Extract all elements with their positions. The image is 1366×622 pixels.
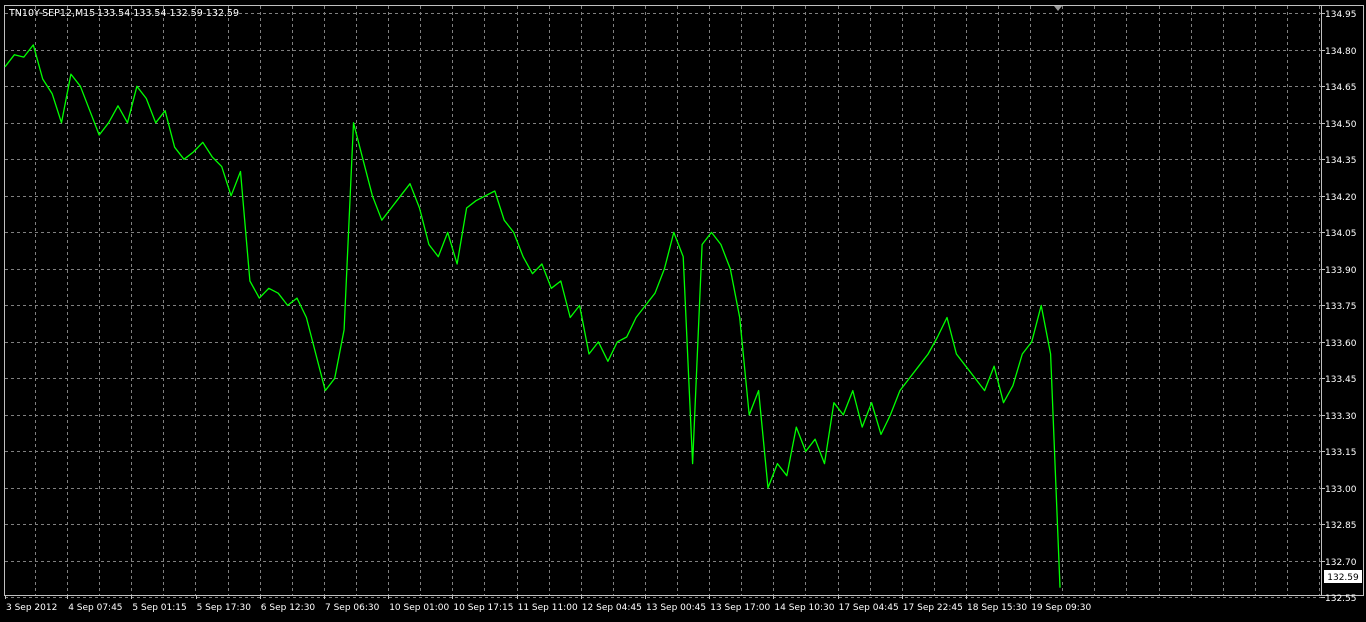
- y-tick-label: 132.55: [1325, 594, 1357, 604]
- x-tick-label: 10 Sep 17:15: [453, 603, 513, 613]
- x-tick-label: 13 Sep 00:45: [646, 603, 706, 613]
- x-tick-label: 17 Sep 04:45: [839, 603, 899, 613]
- x-tick-label: 5 Sep 17:30: [197, 603, 252, 613]
- x-tick-label: 18 Sep 15:30: [967, 603, 1027, 613]
- chart-shift-marker-icon[interactable]: [1054, 6, 1062, 11]
- y-tick-label: 133.15: [1325, 448, 1357, 458]
- y-tick-label: 133.45: [1325, 375, 1357, 385]
- x-tick-label: 5 Sep 01:15: [132, 603, 186, 613]
- y-tick-label: 132.85: [1325, 521, 1357, 531]
- y-tick-label: 133.75: [1325, 302, 1357, 312]
- current-price-label: 132.59: [1327, 573, 1359, 583]
- y-tick-label: 134.35: [1325, 156, 1357, 166]
- x-tick-label: 4 Sep 07:45: [68, 603, 122, 613]
- x-tick-label: 12 Sep 04:45: [582, 603, 642, 613]
- x-tick-label: 13 Sep 17:00: [710, 603, 770, 613]
- y-tick-label: 134.80: [1325, 47, 1357, 57]
- y-tick-label: 133.30: [1325, 412, 1357, 422]
- chart-svg[interactable]: 134.95 134.80 134.65 134.50 134.35 134.20 134.…: [0, 0, 1366, 618]
- y-tick-label: 134.50: [1325, 120, 1357, 130]
- x-tick-label: 14 Sep 10:30: [774, 603, 834, 613]
- y-tick-label: 134.20: [1325, 193, 1357, 203]
- y-tick-label: 134.05: [1325, 229, 1357, 239]
- price-axis-frame: [1321, 5, 1364, 596]
- chart-ohlc-label: 133.54 133.54 132.59 132.59: [97, 8, 239, 19]
- price-chart[interactable]: 134.95 134.80 134.65 134.50 134.35 134.20 134.…: [0, 0, 1366, 618]
- x-tick-label: 7 Sep 06:30: [325, 603, 380, 613]
- y-tick-label: 134.65: [1325, 83, 1357, 93]
- x-tick-label: 11 Sep 11:00: [518, 603, 578, 613]
- x-tick-label: 3 Sep 2012: [6, 603, 57, 613]
- y-tick-label: 133.90: [1325, 266, 1357, 276]
- plot-frame: [4, 5, 1322, 596]
- chart-symbol-label: TN10Y-SEP12,M15: [8, 8, 95, 19]
- grid-layer: [5, 6, 1321, 598]
- y-tick-label: 133.00: [1325, 485, 1357, 495]
- x-tick-label: 6 Sep 12:30: [261, 603, 316, 613]
- current-price-box: 132.59: [1324, 570, 1362, 583]
- x-tick-label: 19 Sep 09:30: [1031, 603, 1091, 613]
- price-axis: 134.95 134.80 134.65 134.50 134.35 134.20 134.…: [1321, 10, 1357, 604]
- y-tick-label: 133.60: [1325, 339, 1357, 349]
- y-tick-label: 134.95: [1325, 10, 1357, 20]
- y-tick-label: 132.70: [1325, 558, 1357, 568]
- x-tick-label: 10 Sep 01:00: [389, 603, 449, 613]
- x-tick-label: 17 Sep 22:45: [903, 603, 963, 613]
